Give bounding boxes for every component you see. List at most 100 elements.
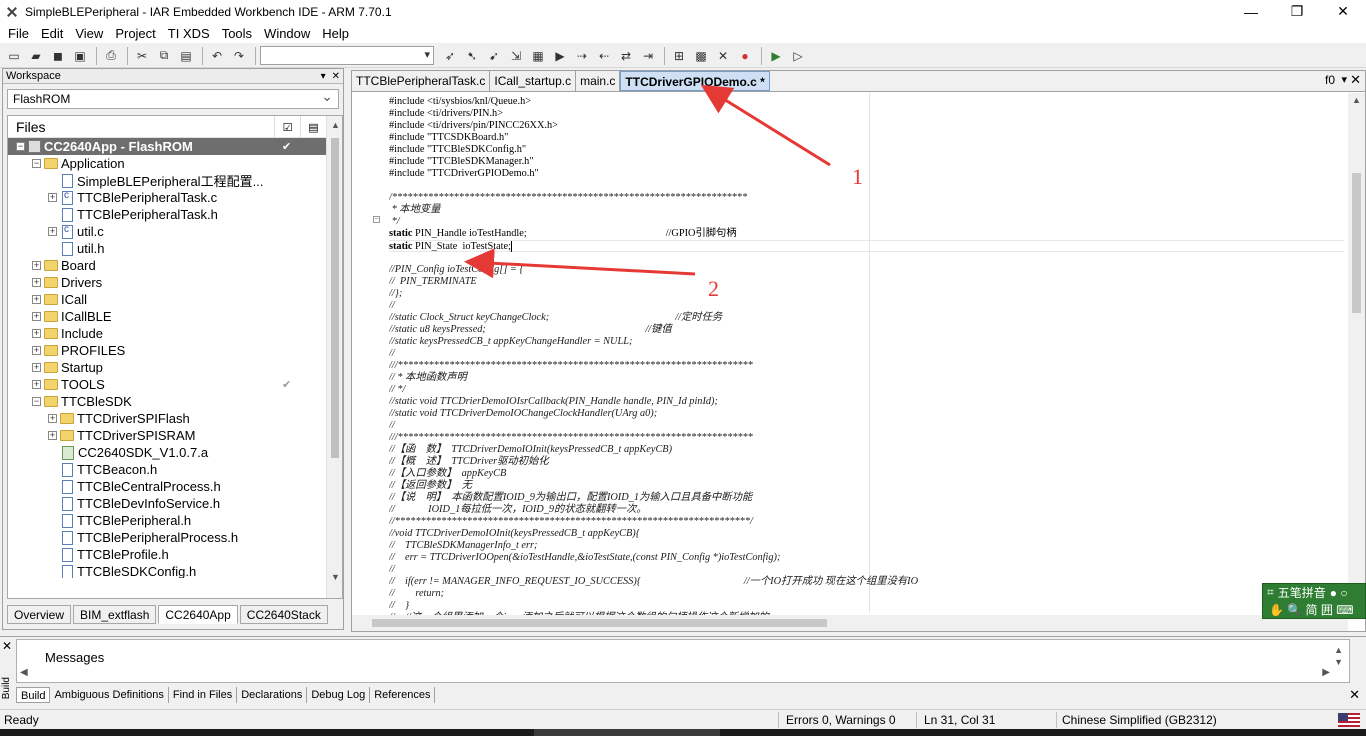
messages-tab[interactable]: Debug Log bbox=[307, 687, 371, 703]
restore-button[interactable]: ❐ bbox=[1274, 0, 1320, 23]
code-line[interactable]: /***************************************… bbox=[389, 192, 747, 204]
cut-icon[interactable]: ✂ bbox=[132, 46, 152, 66]
scroll-thumb[interactable] bbox=[1352, 173, 1361, 313]
workspace-tab[interactable]: Overview bbox=[7, 605, 72, 624]
messages-tab[interactable]: Ambiguous Definitions bbox=[50, 687, 169, 703]
expand-icon[interactable]: + bbox=[48, 227, 57, 236]
ime-toolbar[interactable]: ⌗ 五笔拼音 ● ○ ✋ 🔍 简 囲 ⌨ bbox=[1262, 583, 1366, 619]
collapse-icon[interactable]: − bbox=[32, 397, 41, 406]
tree-item[interactable]: + PROFILES bbox=[8, 342, 326, 359]
build-status-column-icon[interactable]: ☑ bbox=[274, 116, 300, 138]
collapse-icon[interactable]: − bbox=[16, 142, 25, 151]
copy-icon[interactable]: ⧉ bbox=[154, 46, 174, 66]
language-flag-icon[interactable] bbox=[1338, 713, 1360, 727]
code-line[interactable]: ///*************************************… bbox=[389, 360, 753, 372]
tree-item[interactable]: SimpleBLEPeripheral工程配置... bbox=[8, 172, 326, 189]
bookmark-toggle-icon[interactable]: ▶ bbox=[550, 46, 570, 66]
tree-item[interactable]: + TTCBlePeripheralTask.c bbox=[8, 189, 326, 206]
expand-icon[interactable]: + bbox=[32, 261, 41, 270]
code-line[interactable]: * 本地变量 bbox=[389, 204, 441, 216]
menu-view[interactable]: View bbox=[69, 26, 109, 41]
options-column-icon[interactable]: ▤ bbox=[300, 116, 326, 138]
menu-window[interactable]: Window bbox=[258, 26, 316, 41]
compile-icon[interactable]: ⊞ bbox=[669, 46, 689, 66]
editor-tab[interactable]: TTCDriverGPIODemo.c * bbox=[620, 71, 770, 91]
stop-build-icon[interactable]: ✕ bbox=[713, 46, 733, 66]
paste-icon[interactable]: ▤ bbox=[176, 46, 196, 66]
code-line[interactable]: #include "TTCBleSDKConfig.h" bbox=[389, 144, 526, 156]
menu-project[interactable]: Project bbox=[109, 26, 161, 41]
close-editor-icon[interactable]: ✕ bbox=[1350, 72, 1361, 88]
code-line[interactable]: //}; bbox=[389, 288, 402, 300]
code-line[interactable]: //static Clock_Struct keyChangeClock; //… bbox=[389, 312, 722, 324]
tree-item[interactable]: + Startup bbox=[8, 359, 326, 376]
menu-tools[interactable]: Tools bbox=[216, 26, 258, 41]
redo-icon[interactable]: ↷ bbox=[229, 46, 249, 66]
expand-icon[interactable]: + bbox=[48, 431, 57, 440]
find-next-icon[interactable]: ➶ bbox=[440, 46, 460, 66]
bookmark-next-icon[interactable]: ⇢ bbox=[572, 46, 592, 66]
undo-icon[interactable]: ↶ bbox=[207, 46, 227, 66]
code-line[interactable]: //static keysPressedCB_t appKeyChangeHan… bbox=[389, 336, 632, 348]
menu-help[interactable]: Help bbox=[316, 26, 355, 41]
tree-item[interactable]: + TTCDriverSPIFlash bbox=[8, 410, 326, 427]
function-navigator[interactable]: f0 bbox=[1325, 73, 1335, 87]
code-line[interactable]: //【概 述】 TTCDriver驱动初始化 bbox=[389, 456, 549, 468]
find-combo[interactable] bbox=[260, 46, 434, 65]
expand-icon[interactable]: + bbox=[48, 414, 57, 423]
find-in-files-icon[interactable]: ⇲ bbox=[506, 46, 526, 66]
code-line[interactable]: // if(err != MANAGER_INFO_REQUEST_IO_SUC… bbox=[389, 576, 918, 588]
code-line[interactable]: //void TTCDriverDemoIOInit(keysPressedCB… bbox=[389, 528, 640, 540]
messages-tab[interactable]: Declarations bbox=[237, 687, 308, 703]
code-line[interactable]: //static void TTCDrierDemoIOIsrCallback(… bbox=[389, 396, 718, 408]
collapse-icon[interactable]: − bbox=[32, 159, 41, 168]
make-icon[interactable]: ▩ bbox=[691, 46, 711, 66]
close-icon[interactable]: ✕ bbox=[2, 639, 12, 653]
expand-icon[interactable]: + bbox=[32, 278, 41, 287]
scroll-left-icon[interactable]: ◀ bbox=[20, 667, 28, 678]
tree-item[interactable]: TTCBleDevInfoService.h bbox=[8, 495, 326, 512]
code-line[interactable]: // IOID_1每拉低一次，IOID_9的状态就翻转一次。 bbox=[389, 504, 647, 516]
close-icon[interactable]: ✕ bbox=[1349, 687, 1360, 703]
messages-horizontal-scrollbar[interactable]: ◀ ▶ bbox=[16, 667, 1350, 681]
tree-item[interactable]: + Board bbox=[8, 257, 326, 274]
editor-tab[interactable]: TTCBlePeripheralTask.c bbox=[352, 71, 491, 91]
tree-item[interactable]: TTCBleProfile.h bbox=[8, 546, 326, 563]
expand-icon[interactable]: + bbox=[32, 312, 41, 321]
code-line[interactable]: // bbox=[389, 420, 395, 432]
expand-icon[interactable]: + bbox=[48, 193, 57, 202]
tree-item[interactable]: + ICallBLE bbox=[8, 308, 326, 325]
editor-tab[interactable]: main.c bbox=[576, 71, 621, 91]
code-line[interactable]: // PIN_TERMINATE bbox=[389, 276, 477, 288]
code-line[interactable]: //【入口参数】 appKeyCB bbox=[389, 468, 506, 480]
tree-item[interactable]: TTCBlePeripheral.h bbox=[8, 512, 326, 529]
messages-tab[interactable]: Build bbox=[16, 687, 51, 703]
debug-no-download-icon[interactable]: ▷ bbox=[788, 46, 808, 66]
code-line[interactable]: //【返回参数】 无 bbox=[389, 480, 472, 492]
code-line[interactable]: // TTCBleSDKManagerInfo_t err; bbox=[389, 540, 537, 552]
tree-item[interactable]: + util.c bbox=[8, 223, 326, 240]
fold-collapse-icon[interactable]: − bbox=[373, 216, 380, 223]
code-line[interactable]: //【说 明】 本函数配置IOID_9为输出口，配置IOID_1为输入口且具备中… bbox=[389, 492, 752, 504]
code-line[interactable]: static PIN_State ioTestState; bbox=[389, 240, 1344, 253]
print-icon[interactable]: ⎙ bbox=[101, 46, 121, 66]
download-debug-icon[interactable]: ▶ bbox=[766, 46, 786, 66]
messages-tab[interactable]: References bbox=[370, 687, 436, 703]
scroll-right-icon[interactable]: ▶ bbox=[1322, 667, 1330, 678]
minimize-button[interactable]: — bbox=[1228, 0, 1274, 23]
chevron-down-icon[interactable]: ▾ bbox=[1341, 73, 1347, 86]
tree-item[interactable]: + TTCDriverSPISRAM bbox=[8, 427, 326, 444]
find-prev-icon[interactable]: ➷ bbox=[462, 46, 482, 66]
breakpoint-icon[interactable]: ● bbox=[735, 46, 755, 66]
code-line[interactable]: //**************************************… bbox=[389, 516, 753, 528]
scroll-down-icon[interactable]: ▼ bbox=[331, 572, 340, 582]
code-line[interactable]: // bbox=[389, 300, 395, 312]
tree-item[interactable]: TTCBleSDKConfig.h bbox=[8, 563, 326, 578]
code-line[interactable]: // */ bbox=[389, 384, 405, 396]
tree-item[interactable]: − Application bbox=[8, 155, 326, 172]
code-area[interactable]: #include <ti/sysbios/knl/Queue.h> #includ… bbox=[389, 96, 1344, 616]
menu-edit[interactable]: Edit bbox=[35, 26, 69, 41]
ime-tools[interactable]: ✋ 🔍 简 囲 ⌨ bbox=[1269, 601, 1354, 618]
workspace-tab[interactable]: CC2640Stack bbox=[239, 605, 328, 624]
goto-icon[interactable]: ➹ bbox=[484, 46, 504, 66]
